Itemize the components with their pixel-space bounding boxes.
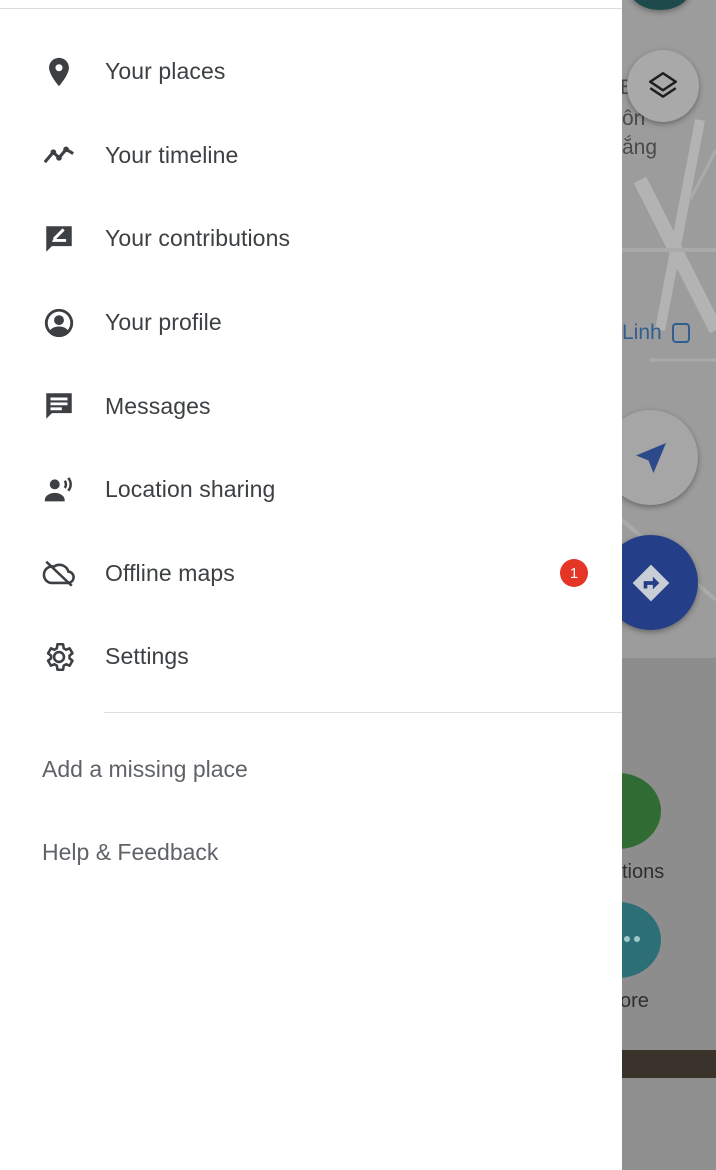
menu-item-label: Your profile: [105, 309, 222, 336]
add-missing-place-link[interactable]: Add a missing place: [42, 756, 248, 783]
menu-item-label: Offline maps: [105, 559, 235, 586]
drawer-menu: Your places Your timeline Your contribut…: [0, 30, 622, 699]
menu-item-label: Location sharing: [105, 476, 276, 503]
map-place-label[interactable]: Linh: [622, 321, 662, 345]
notification-badge: 1: [560, 559, 588, 588]
dot-icon: [624, 936, 630, 942]
offline-cloud-icon: [40, 554, 78, 592]
menu-item-your-profile[interactable]: Your profile: [0, 281, 622, 365]
timeline-icon: [40, 136, 78, 174]
menu-item-label: Messages: [105, 392, 211, 419]
gear-icon: [40, 638, 78, 676]
profile-icon: [40, 304, 78, 342]
menu-item-label: Your timeline: [105, 141, 239, 168]
location-pin-icon: [40, 53, 78, 91]
menu-item-location-sharing[interactable]: Location sharing: [0, 448, 622, 532]
more-label: ore: [620, 990, 649, 1012]
map-label: ắng: [622, 136, 658, 159]
dot-icon: [634, 936, 640, 942]
layers-button[interactable]: [627, 50, 699, 122]
menu-item-messages[interactable]: Messages: [0, 364, 622, 448]
directions-icon: [632, 564, 669, 601]
drawer-divider: [104, 712, 622, 713]
place-photo[interactable]: [622, 1050, 716, 1078]
menu-item-settings[interactable]: Settings: [0, 615, 622, 699]
menu-item-offline-maps[interactable]: Offline maps 1: [0, 532, 622, 616]
drawer-top-divider: [0, 8, 622, 9]
layers-icon: [648, 71, 678, 98]
menu-item-your-contributions[interactable]: Your contributions: [0, 197, 622, 281]
help-feedback-link[interactable]: Help & Feedback: [42, 839, 218, 866]
location-sharing-icon: [40, 471, 78, 509]
navigation-arrow-icon: [635, 442, 666, 473]
bus-stop-icon[interactable]: [672, 323, 690, 343]
messages-icon: [40, 387, 78, 425]
contributions-icon: [40, 220, 78, 258]
menu-item-your-timeline[interactable]: Your timeline: [0, 114, 622, 198]
map-bottom-area: [622, 1078, 716, 1170]
navigation-drawer: Your places Your timeline Your contribut…: [0, 0, 622, 1170]
menu-item-label: Your places: [105, 58, 226, 85]
menu-item-your-places[interactable]: Your places: [0, 30, 622, 114]
menu-item-label: Settings: [105, 643, 189, 670]
menu-item-label: Your contributions: [105, 225, 291, 252]
